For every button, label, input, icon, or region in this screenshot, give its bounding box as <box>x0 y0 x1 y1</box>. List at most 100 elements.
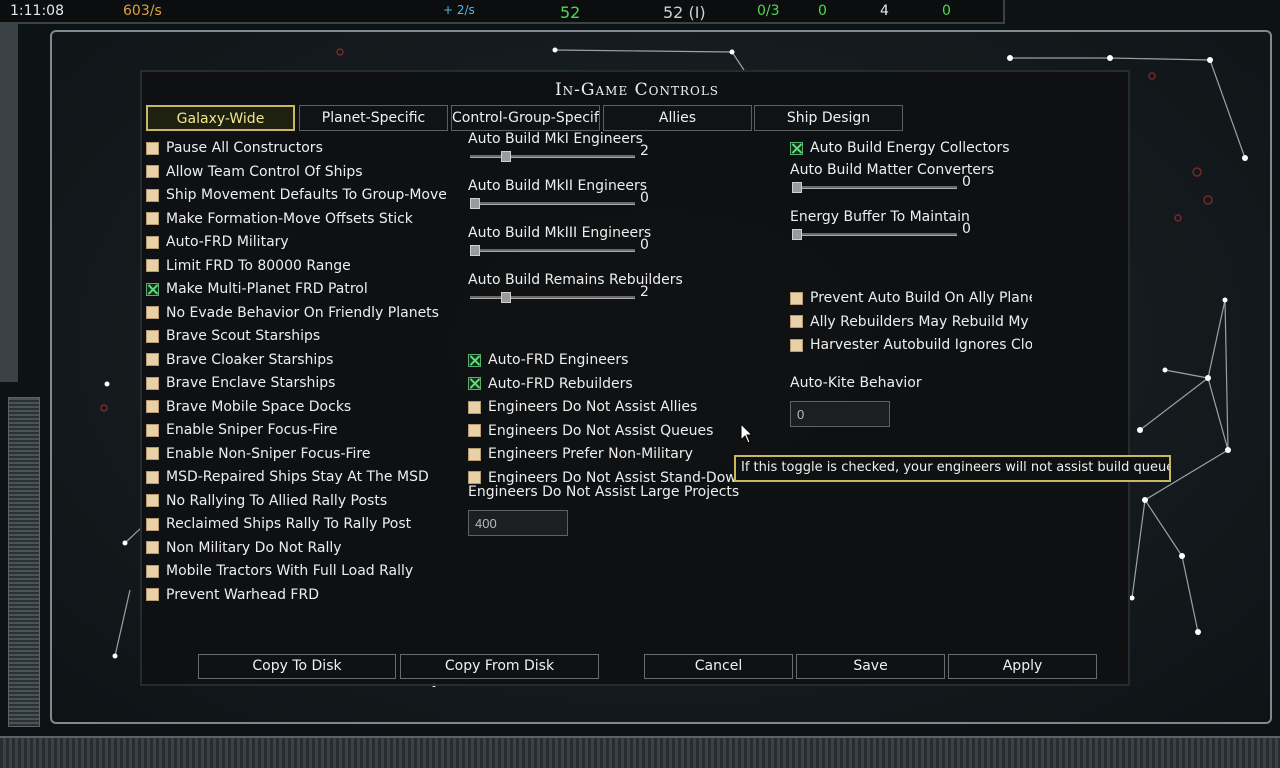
checkbox-enable-sniper-focus-fire[interactable]: Enable Sniper Focus-Fire <box>146 420 446 440</box>
slider-value: 0 <box>640 190 649 206</box>
slider-thumb[interactable] <box>501 292 511 303</box>
large-projects-input[interactable] <box>468 510 568 536</box>
slider-thumb[interactable] <box>470 198 480 209</box>
checkbox-box[interactable] <box>146 588 159 601</box>
checkbox-box[interactable] <box>146 376 159 390</box>
slider-energy-buffer-to-maintain[interactable] <box>792 229 957 240</box>
checkbox-box[interactable] <box>468 471 481 484</box>
checkbox-no-evade-behavior-on-friendly-planets[interactable]: No Evade Behavior On Friendly Planets <box>146 303 446 323</box>
checkbox-allow-team-control-of-ships[interactable]: Allow Team Control Of Ships <box>146 162 446 182</box>
checkbox-brave-enclave-starships[interactable]: Brave Enclave Starships <box>146 373 446 393</box>
checkbox-label: Engineers Prefer Non-Military <box>488 446 693 462</box>
slider-thumb[interactable] <box>501 151 511 162</box>
save-button[interactable]: Save <box>796 654 945 679</box>
apply-button[interactable]: Apply <box>948 654 1097 679</box>
bottom-toolbar <box>0 736 1280 768</box>
checkbox-box[interactable] <box>146 329 159 343</box>
checkbox-box[interactable] <box>468 400 481 414</box>
checkbox-mobile-tractors-with-full-load-rally[interactable]: Mobile Tractors With Full Load Rally <box>146 561 446 581</box>
checkbox-box[interactable] <box>146 423 159 437</box>
cancel-button[interactable]: Cancel <box>644 654 793 679</box>
checkbox-box[interactable] <box>146 517 159 531</box>
checkbox-label: Allow Team Control Of Ships <box>166 163 363 180</box>
checkbox-box[interactable] <box>146 259 159 272</box>
checkbox-box[interactable] <box>146 212 159 225</box>
checkbox-box[interactable] <box>468 353 481 367</box>
checkbox-make-multi-planet-frd-patrol[interactable]: Make Multi-Planet FRD Patrol <box>146 279 446 299</box>
checkbox-limit-frd-to-80000-range[interactable]: Limit FRD To 80000 Range <box>146 256 446 276</box>
checkbox-non-military-do-not-rally[interactable]: Non Military Do Not Rally <box>146 538 446 558</box>
checkbox-pause-all-constructors[interactable]: Pause All Constructors <box>146 138 446 158</box>
checkbox-label: Limit FRD To 80000 Range <box>166 257 351 274</box>
checkbox-auto-frd-military[interactable]: Auto-FRD Military <box>146 232 446 252</box>
checkbox-enable-non-sniper-focus-fire[interactable]: Enable Non-Sniper Focus-Fire <box>146 444 446 464</box>
slider-auto-build-mkiii-engineers[interactable] <box>470 245 635 256</box>
checkbox-engineers-prefer-non-military[interactable]: Engineers Prefer Non-Military <box>468 444 750 464</box>
checkbox-engineers-do-not-assist-queues[interactable]: Engineers Do Not Assist Queues <box>468 421 750 441</box>
checkbox-label: Ally Rebuilders May Rebuild My Units <box>810 313 1032 330</box>
checkbox-label: Engineers Do Not Assist Queues <box>488 422 714 439</box>
checkbox-reclaimed-ships-rally-to-rally-post[interactable]: Reclaimed Ships Rally To Rally Post <box>146 514 446 534</box>
checkbox-box[interactable] <box>790 291 803 305</box>
checkbox-box[interactable] <box>790 338 803 352</box>
checkbox-label: Auto-FRD Military <box>166 234 289 250</box>
checkbox-label: Harvester Autobuild Ignores Cloakers <box>810 337 1032 353</box>
checkbox-box[interactable] <box>146 282 159 296</box>
checkbox-box[interactable] <box>146 470 159 484</box>
checkbox-box[interactable] <box>790 141 803 155</box>
checkbox-harvester-autobuild-ignores-cloakers[interactable]: Harvester Autobuild Ignores Cloakers <box>790 335 1032 355</box>
slider-thumb[interactable] <box>792 229 802 240</box>
checkbox-brave-cloaker-starships[interactable]: Brave Cloaker Starships <box>146 350 446 370</box>
checkbox-box[interactable] <box>790 315 803 328</box>
checkbox-box[interactable] <box>146 494 159 507</box>
checkbox-label: Mobile Tractors With Full Load Rally <box>166 563 414 579</box>
checkbox-box[interactable] <box>468 377 481 390</box>
checkbox-auto-frd-engineers[interactable]: Auto-FRD Engineers <box>468 350 750 370</box>
checkbox-box[interactable] <box>146 400 159 413</box>
checkbox-no-rallying-to-allied-rally-posts[interactable]: No Rallying To Allied Rally Posts <box>146 491 446 511</box>
checkbox-brave-mobile-space-docks[interactable]: Brave Mobile Space Docks <box>146 397 446 417</box>
auto-kite-label: Auto-Kite Behavior <box>790 375 922 391</box>
checkbox-box[interactable] <box>146 353 159 366</box>
checkbox-label: Reclaimed Ships Rally To Rally Post <box>166 516 412 532</box>
checkbox-msd-repaired-ships-stay-at-the-msd[interactable]: MSD-Repaired Ships Stay At The MSD <box>146 467 446 487</box>
checkbox-brave-scout-starships[interactable]: Brave Scout Starships <box>146 326 446 346</box>
slider-auto-build-remains-rebuilders[interactable] <box>470 292 635 303</box>
checkbox-label: Make Formation-Move Offsets Stick <box>166 210 413 227</box>
auto-kite-input[interactable] <box>790 401 890 427</box>
checkbox-box[interactable] <box>468 447 481 461</box>
copy-from-disk-button[interactable]: Copy From Disk <box>400 654 599 679</box>
checkbox-auto-build-energy-collectors[interactable]: Auto Build Energy Collectors <box>790 138 1010 158</box>
checkbox-make-formation-move-offsets-stick[interactable]: Make Formation-Move Offsets Stick <box>146 209 446 229</box>
tab-allies[interactable]: Allies <box>603 105 752 131</box>
tab-galaxy-wide[interactable]: Galaxy-Wide <box>146 105 295 131</box>
checkbox-auto-frd-rebuilders[interactable]: Auto-FRD Rebuilders <box>468 374 750 394</box>
checkbox-box[interactable] <box>146 235 159 249</box>
checkbox-box[interactable] <box>146 541 159 554</box>
slider-value: 2 <box>640 143 649 159</box>
checkbox-box[interactable] <box>468 424 481 437</box>
slider-auto-build-mki-engineers[interactable] <box>470 151 635 162</box>
checkbox-box[interactable] <box>146 141 159 155</box>
checkbox-box[interactable] <box>146 306 159 319</box>
checkbox-box[interactable] <box>146 564 159 578</box>
tab-ship-design[interactable]: Ship Design <box>754 105 903 131</box>
checkbox-engineers-do-not-assist-allies[interactable]: Engineers Do Not Assist Allies <box>468 397 750 417</box>
checkbox-ally-rebuilders-may-rebuild-my-units[interactable]: Ally Rebuilders May Rebuild My Units <box>790 312 1032 332</box>
slider-thumb[interactable] <box>792 182 802 193</box>
copy-to-disk-button[interactable]: Copy To Disk <box>198 654 396 679</box>
slider-auto-build-matter-converters[interactable] <box>792 182 957 193</box>
slider-thumb[interactable] <box>470 245 480 256</box>
checkbox-prevent-warhead-frd[interactable]: Prevent Warhead FRD <box>146 585 446 605</box>
checkbox-prevent-auto-build-on-ally-planets[interactable]: Prevent Auto Build On Ally Planets <box>790 288 1032 308</box>
checkbox-label: Brave Cloaker Starships <box>166 351 334 368</box>
checkbox-box[interactable] <box>146 188 159 202</box>
slider-auto-build-mkii-engineers[interactable] <box>470 198 635 209</box>
tab-control-group-specific[interactable]: Control-Group-Specific <box>451 105 600 131</box>
checkbox-ship-movement-defaults-to-group-move[interactable]: Ship Movement Defaults To Group-Move <box>146 185 446 205</box>
checkbox-box[interactable] <box>146 447 159 460</box>
tab-planet-specific[interactable]: Planet-Specific <box>299 105 448 131</box>
checkbox-label: Engineers Do Not Assist Allies <box>488 399 698 415</box>
checkbox-box[interactable] <box>146 165 159 178</box>
slider-value: 0 <box>962 174 971 190</box>
